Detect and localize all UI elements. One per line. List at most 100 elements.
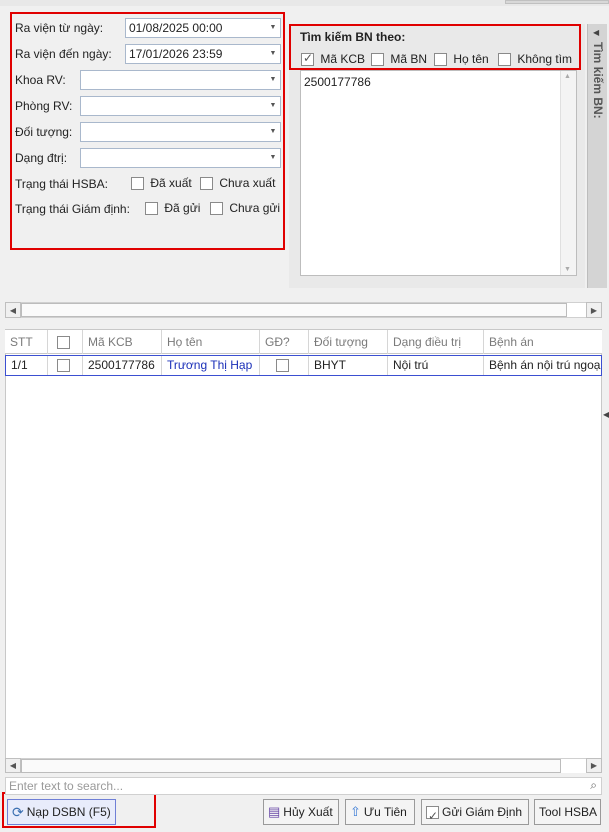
checkbox-icon[interactable] xyxy=(434,53,447,67)
cell-select[interactable] xyxy=(48,356,83,375)
to-date-value: 17/01/2026 23:59 xyxy=(129,47,223,61)
cell-makcb: 2500177786 xyxy=(83,356,162,375)
hsba-exported-label: Đã xuất xyxy=(150,176,192,190)
col-select-all[interactable] xyxy=(48,330,83,354)
scroll-down-icon[interactable]: ▼ xyxy=(564,266,571,273)
scroll-left-icon[interactable]: ◀ xyxy=(5,758,21,773)
giamdinh-not-sent-label: Chưa gửi xyxy=(229,201,281,215)
send-assessment-label: Gửi Giám Định xyxy=(442,805,523,819)
doituong-select[interactable]: ▼ xyxy=(80,122,281,142)
side-tab-label: Tìm kiếm BN: xyxy=(591,42,605,119)
tool-hsba-label: Tool HSBA xyxy=(539,805,598,819)
col-doituong[interactable]: Đối tượng xyxy=(309,330,388,354)
cancel-export-label: Hủy Xuất xyxy=(283,805,333,819)
hsba-not-exported-checkbox[interactable]: Chưa xuất xyxy=(200,176,276,191)
cell-doituong: BHYT xyxy=(309,356,388,375)
search-by-makcb-checkbox[interactable]: Mã KCB xyxy=(301,51,366,67)
chevron-down-icon[interactable]: ▼ xyxy=(266,45,280,63)
priority-label: Ưu Tiên xyxy=(363,805,407,819)
checkbox-icon[interactable] xyxy=(57,359,70,373)
giamdinh-status-label: Trạng thái Giám định: xyxy=(15,202,130,216)
tool-hsba-button[interactable]: Tool HSBA xyxy=(534,799,601,825)
chevron-left-icon[interactable]: ◀ xyxy=(593,28,599,37)
chevron-down-icon[interactable]: ▼ xyxy=(266,71,280,89)
doituong-label: Đối tượng: xyxy=(15,125,73,139)
search-by-mabn-checkbox[interactable]: Mã BN xyxy=(371,52,428,67)
checkbox-icon[interactable] xyxy=(200,177,213,191)
search-none-label: Không tìm xyxy=(517,52,573,66)
hsba-not-exported-label: Chưa xuất xyxy=(219,176,276,190)
col-giamdinh[interactable]: GĐ? xyxy=(260,330,309,354)
search-icon[interactable]: ⌕ xyxy=(590,778,597,793)
scroll-right-icon[interactable]: ▶ xyxy=(586,758,602,773)
checkbox-icon[interactable] xyxy=(57,336,70,350)
hsba-exported-checkbox[interactable]: Đã xuất xyxy=(131,176,192,191)
priority-button[interactable]: ⇧ Ưu Tiên xyxy=(345,799,415,825)
khoa-select[interactable]: ▼ xyxy=(80,70,281,90)
col-dangdieutri[interactable]: Dạng điều trị xyxy=(388,330,484,354)
grid-search-input[interactable]: Enter text to search... ⌕ xyxy=(5,777,602,795)
from-date-input[interactable]: 01/08/2025 00:00 ▼ xyxy=(125,18,281,38)
scroll-thumb[interactable] xyxy=(21,303,567,317)
top-hscroll[interactable]: ◀ ▶ xyxy=(5,302,602,318)
from-date-label: Ra viện từ ngày: xyxy=(15,21,104,35)
scroll-up-icon[interactable]: ▲ xyxy=(564,73,571,80)
chevron-down-icon[interactable]: ▼ xyxy=(266,123,280,141)
phong-label: Phòng RV: xyxy=(15,99,73,113)
checkbox-icon[interactable] xyxy=(276,359,289,373)
from-date-value: 01/08/2025 00:00 xyxy=(129,21,223,35)
hsba-status-label: Trạng thái HSBA: xyxy=(15,177,108,191)
grid-search-placeholder: Enter text to search... xyxy=(9,779,124,793)
top-tab xyxy=(505,0,609,4)
col-makcb[interactable]: Mã KCB xyxy=(83,330,162,354)
side-tab[interactable]: ◀ Tìm kiếm BN: xyxy=(587,24,607,288)
table-row[interactable]: 1/1 2500177786 Trương Thị Hạp BHYT Nội t… xyxy=(5,355,602,376)
to-date-input[interactable]: 17/01/2026 23:59 ▼ xyxy=(125,44,281,64)
expand-right-icon[interactable]: ◀ xyxy=(603,410,609,419)
scroll-right-icon[interactable]: ▶ xyxy=(586,302,602,318)
checkbox-checked-icon[interactable] xyxy=(301,51,314,67)
checkbox-icon[interactable] xyxy=(131,177,144,191)
search-none-checkbox[interactable]: Không tìm xyxy=(498,52,573,67)
send-assessment-button[interactable]: Gửi Giám Định xyxy=(421,799,529,828)
checkbox-icon[interactable] xyxy=(371,53,384,67)
cell-hoten: Trương Thị Hạp xyxy=(162,356,260,375)
scroll-thumb[interactable] xyxy=(21,759,561,773)
checkbox-icon[interactable] xyxy=(145,202,158,216)
search-hoten-label: Họ tên xyxy=(453,52,489,66)
cell-dangdieutri: Nội trú xyxy=(388,356,484,375)
grid-header: STT Mã KCB Họ tên GĐ? Đối tượng Dạng điề… xyxy=(5,329,602,354)
col-hoten[interactable]: Họ tên xyxy=(162,330,260,354)
cell-benhan: Bệnh án nội trú ngoại xyxy=(489,358,601,372)
giamdinh-not-sent-checkbox[interactable]: Chưa gửi xyxy=(210,201,281,216)
checkbox-icon[interactable] xyxy=(498,53,511,67)
phong-select[interactable]: ▼ xyxy=(80,96,281,116)
col-stt[interactable]: STT xyxy=(5,330,48,354)
chevron-down-icon[interactable]: ▼ xyxy=(266,97,280,115)
giamdinh-sent-checkbox[interactable]: Đã gửi xyxy=(145,201,201,216)
cell-stt: 1/1 xyxy=(6,356,48,375)
grid-hscroll[interactable]: ◀ ▶ xyxy=(5,758,602,773)
search-mabn-label: Mã BN xyxy=(390,52,428,66)
grid-area xyxy=(5,329,602,773)
cancel-export-button[interactable]: ▤ Hủy Xuất xyxy=(263,799,339,825)
search-textarea[interactable]: 2500177786 ▲ ▼ xyxy=(300,70,577,276)
to-date-label: Ra viện đến ngày: xyxy=(15,47,112,61)
search-text-value: 2500177786 xyxy=(304,75,371,89)
arrow-up-icon: ⇧ xyxy=(350,804,361,819)
giamdinh-sent-label: Đã gửi xyxy=(164,201,201,215)
checkbox-icon[interactable] xyxy=(210,202,223,216)
col-benhan[interactable]: Bệnh án xyxy=(484,330,602,354)
chevron-down-icon[interactable]: ▼ xyxy=(266,149,280,167)
search-by-hoten-checkbox[interactable]: Họ tên xyxy=(434,52,489,67)
scroll-left-icon[interactable]: ◀ xyxy=(5,302,21,318)
chevron-down-icon[interactable]: ▼ xyxy=(266,19,280,37)
load-dsbn-label: Nạp DSBN (F5) xyxy=(26,805,111,819)
dangdtri-label: Dạng đtrị: xyxy=(15,151,68,165)
dangdtri-select[interactable]: ▼ xyxy=(80,148,281,168)
search-vscroll[interactable]: ▲ ▼ xyxy=(560,71,576,275)
search-makcb-label: Mã KCB xyxy=(320,52,366,66)
cell-giamdinh[interactable] xyxy=(260,356,309,375)
load-dsbn-button[interactable]: ⟳ Nạp DSBN (F5) xyxy=(7,799,116,825)
search-title: Tìm kiếm BN theo: xyxy=(300,30,406,44)
